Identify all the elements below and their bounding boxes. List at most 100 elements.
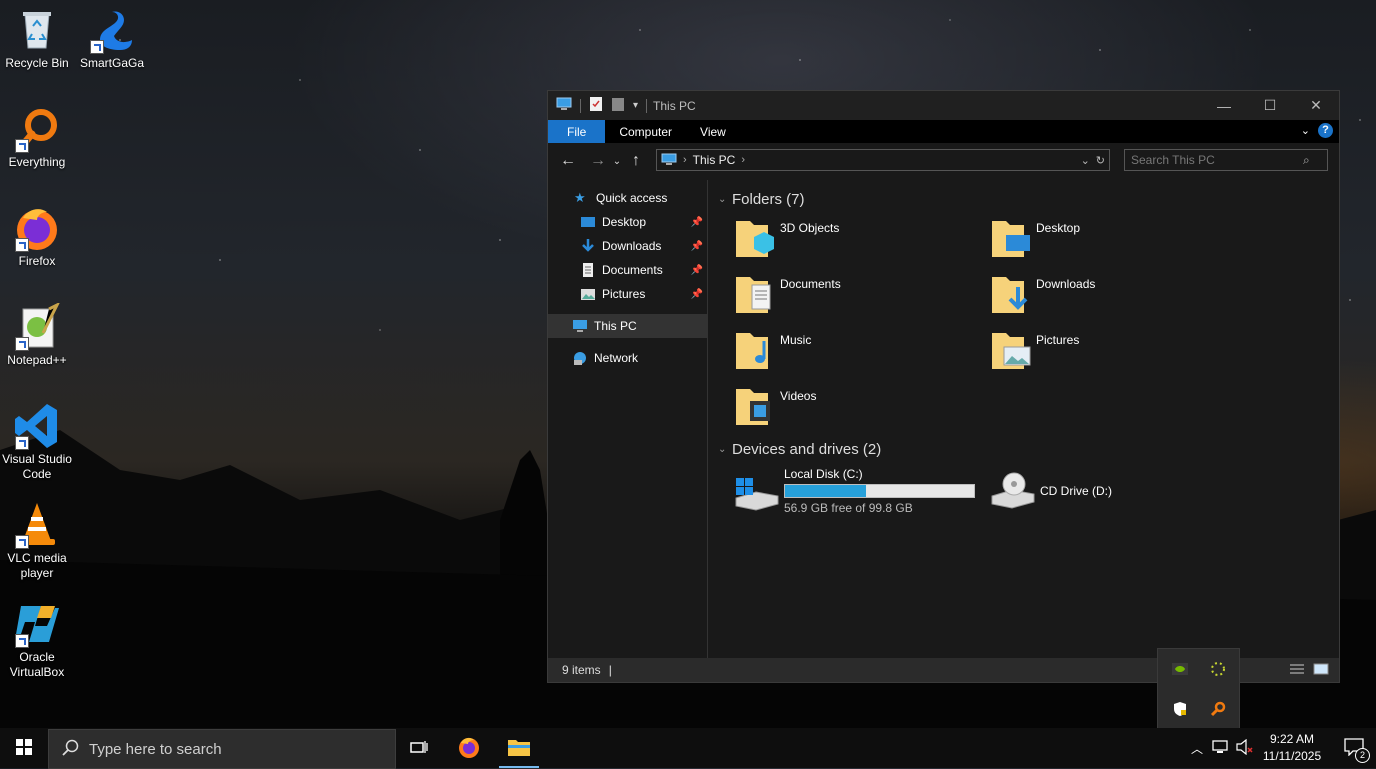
desktop-icon-label: Recycle Bin xyxy=(5,56,69,70)
folder-downloads[interactable]: Downloads xyxy=(990,271,1246,327)
divider xyxy=(646,98,648,113)
nvidia-icon[interactable] xyxy=(1170,659,1190,679)
back-arrow-icon[interactable]: ← xyxy=(556,152,580,170)
drive-cd-d[interactable]: CD Drive (D:) xyxy=(990,465,1246,517)
file-explorer-window[interactable]: ▾ This PC — ☐ ✕ File Computer View ⌄ ? ←… xyxy=(547,90,1340,683)
windows-logo-icon xyxy=(16,738,32,758)
address-bar[interactable]: › This PC › ⌄ ↻ xyxy=(656,149,1110,171)
large-icons-view-icon[interactable] xyxy=(1313,663,1329,678)
vlc-cone-icon xyxy=(13,501,61,549)
nav-desktop[interactable]: Desktop 📌 xyxy=(548,210,707,234)
desktop-icon-label: Firefox xyxy=(18,254,56,268)
nav-documents[interactable]: Documents 📌 xyxy=(548,258,707,282)
refresh-icon[interactable]: ↻ xyxy=(1096,154,1105,167)
recent-locations-chevron-icon[interactable]: ⌄ xyxy=(610,156,624,167)
show-hidden-icons-chevron[interactable]: ︿ xyxy=(1186,728,1208,768)
desktop-icon-label: Oracle VirtualBox xyxy=(9,650,65,679)
breadcrumb-chevron-icon[interactable]: › xyxy=(741,154,745,166)
new-folder-icon[interactable] xyxy=(611,96,625,115)
taskbar-search-input[interactable] xyxy=(87,739,391,759)
collapse-chevron-icon[interactable]: ⌄ xyxy=(718,194,732,205)
breadcrumb-this-pc[interactable]: This PC xyxy=(693,153,736,167)
pin-icon[interactable]: 📌 xyxy=(691,241,703,252)
customize-toolbar-chevron-icon[interactable]: ▾ xyxy=(633,100,638,111)
pin-icon[interactable]: 📌 xyxy=(691,289,703,300)
desktop-icon-recycle-bin[interactable]: Recycle Bin xyxy=(0,6,74,71)
tab-view[interactable]: View xyxy=(686,120,740,143)
folder-3d-objects[interactable]: 3D Objects xyxy=(734,215,990,271)
desktop-icon-virtualbox[interactable]: Oracle VirtualBox xyxy=(0,600,74,680)
loading-spinner-icon[interactable] xyxy=(1208,659,1228,679)
expand-ribbon-chevron-icon[interactable]: ⌄ xyxy=(1301,124,1310,137)
address-dropdown-chevron-icon[interactable]: ⌄ xyxy=(1081,154,1090,167)
tab-file[interactable]: File xyxy=(548,120,606,143)
divider xyxy=(580,98,581,113)
folder-pictures[interactable]: Pictures xyxy=(990,327,1246,383)
group-header-folders[interactable]: ⌄ Folders (7) xyxy=(716,187,1339,211)
nav-network[interactable]: Network xyxy=(548,346,707,370)
network-tray[interactable] xyxy=(1210,728,1232,768)
content-pane: ⌄ Folders (7) 3D Objects Desktop Documen… xyxy=(708,180,1339,658)
pictures-icon xyxy=(580,286,596,302)
taskbar-firefox[interactable] xyxy=(445,728,493,768)
file-explorer-folder-icon xyxy=(507,737,531,760)
nav-downloads[interactable]: Downloads 📌 xyxy=(548,234,707,258)
nav-label: Desktop xyxy=(602,215,647,229)
desktop-icon-vlc[interactable]: VLC media player xyxy=(0,501,74,581)
taskbar: ︿ 9:22 AM 11/11/2025 2 xyxy=(0,728,1376,769)
notification-count-badge: 2 xyxy=(1355,747,1370,763)
help-icon[interactable]: ? xyxy=(1318,123,1333,138)
search-input[interactable] xyxy=(1125,152,1303,168)
folder-music[interactable]: Music xyxy=(734,327,990,383)
action-center-button[interactable]: 2 xyxy=(1332,728,1376,768)
pin-icon[interactable]: 📌 xyxy=(691,217,703,228)
group-title: Folders (7) xyxy=(732,190,805,208)
search-icon: ⌕ xyxy=(1303,152,1310,167)
nav-pictures[interactable]: Pictures 📌 xyxy=(548,282,707,306)
start-button[interactable] xyxy=(0,728,48,768)
task-view-icon xyxy=(410,739,428,758)
windows-security-shield-icon[interactable] xyxy=(1170,699,1190,719)
desktop-icon-label: Everything xyxy=(8,155,66,169)
desktop-folder-icon xyxy=(990,215,1032,259)
breadcrumb-chevron-icon[interactable]: › xyxy=(683,154,687,166)
desktop-folder-icon xyxy=(580,214,596,230)
desktop-icon-smartgaga[interactable]: SmartGaGa xyxy=(75,6,149,71)
taskbar-search-box[interactable] xyxy=(48,729,396,769)
close-button[interactable]: ✕ xyxy=(1293,91,1339,120)
forward-arrow-icon[interactable]: → xyxy=(586,152,610,170)
nav-label: Quick access xyxy=(596,191,668,205)
nav-this-pc[interactable]: This PC xyxy=(548,314,707,338)
task-view-button[interactable] xyxy=(395,728,443,768)
desktop-icon-notepadpp[interactable]: Notepad++ xyxy=(0,301,74,368)
documents-folder-icon xyxy=(734,271,776,315)
desktop-icon-firefox[interactable]: Firefox xyxy=(0,204,74,269)
folder-label: Videos xyxy=(780,389,817,403)
details-view-icon[interactable] xyxy=(1289,663,1305,678)
nav-quick-access[interactable]: ★ Quick access xyxy=(548,186,707,210)
everything-magnifier-icon[interactable] xyxy=(1208,699,1228,719)
desktop-icon-everything[interactable]: Everything xyxy=(0,105,74,170)
maximize-button[interactable]: ☐ xyxy=(1247,91,1293,120)
search-box[interactable]: ⌕ xyxy=(1124,149,1328,171)
up-arrow-icon[interactable]: ↑ xyxy=(624,152,648,170)
tab-computer[interactable]: Computer xyxy=(605,120,686,143)
collapse-chevron-icon[interactable]: ⌄ xyxy=(718,444,732,455)
pin-icon[interactable]: 📌 xyxy=(691,265,703,276)
folder-documents[interactable]: Documents xyxy=(734,271,990,327)
download-arrow-icon xyxy=(580,238,596,254)
chevron-up-icon: ︿ xyxy=(1190,741,1203,756)
properties-icon[interactable] xyxy=(589,96,603,115)
folder-desktop[interactable]: Desktop xyxy=(990,215,1246,271)
taskbar-file-explorer[interactable] xyxy=(495,728,543,768)
desktop-icon-vscode[interactable]: Visual Studio Code xyxy=(0,402,74,482)
title-bar[interactable]: ▾ This PC — ☐ ✕ xyxy=(548,91,1339,120)
group-header-devices[interactable]: ⌄ Devices and drives (2) xyxy=(716,437,1339,461)
folder-videos[interactable]: Videos xyxy=(734,383,990,439)
star-icon: ★ xyxy=(574,190,586,205)
notification-icon: 2 xyxy=(1344,737,1370,763)
minimize-button[interactable]: — xyxy=(1201,91,1247,120)
system-clock[interactable]: 9:22 AM 11/11/2025 xyxy=(1252,731,1332,765)
vscode-icon xyxy=(13,402,61,450)
drive-local-disk-c[interactable]: Local Disk (C:) 56.9 GB free of 99.8 GB xyxy=(734,465,990,517)
